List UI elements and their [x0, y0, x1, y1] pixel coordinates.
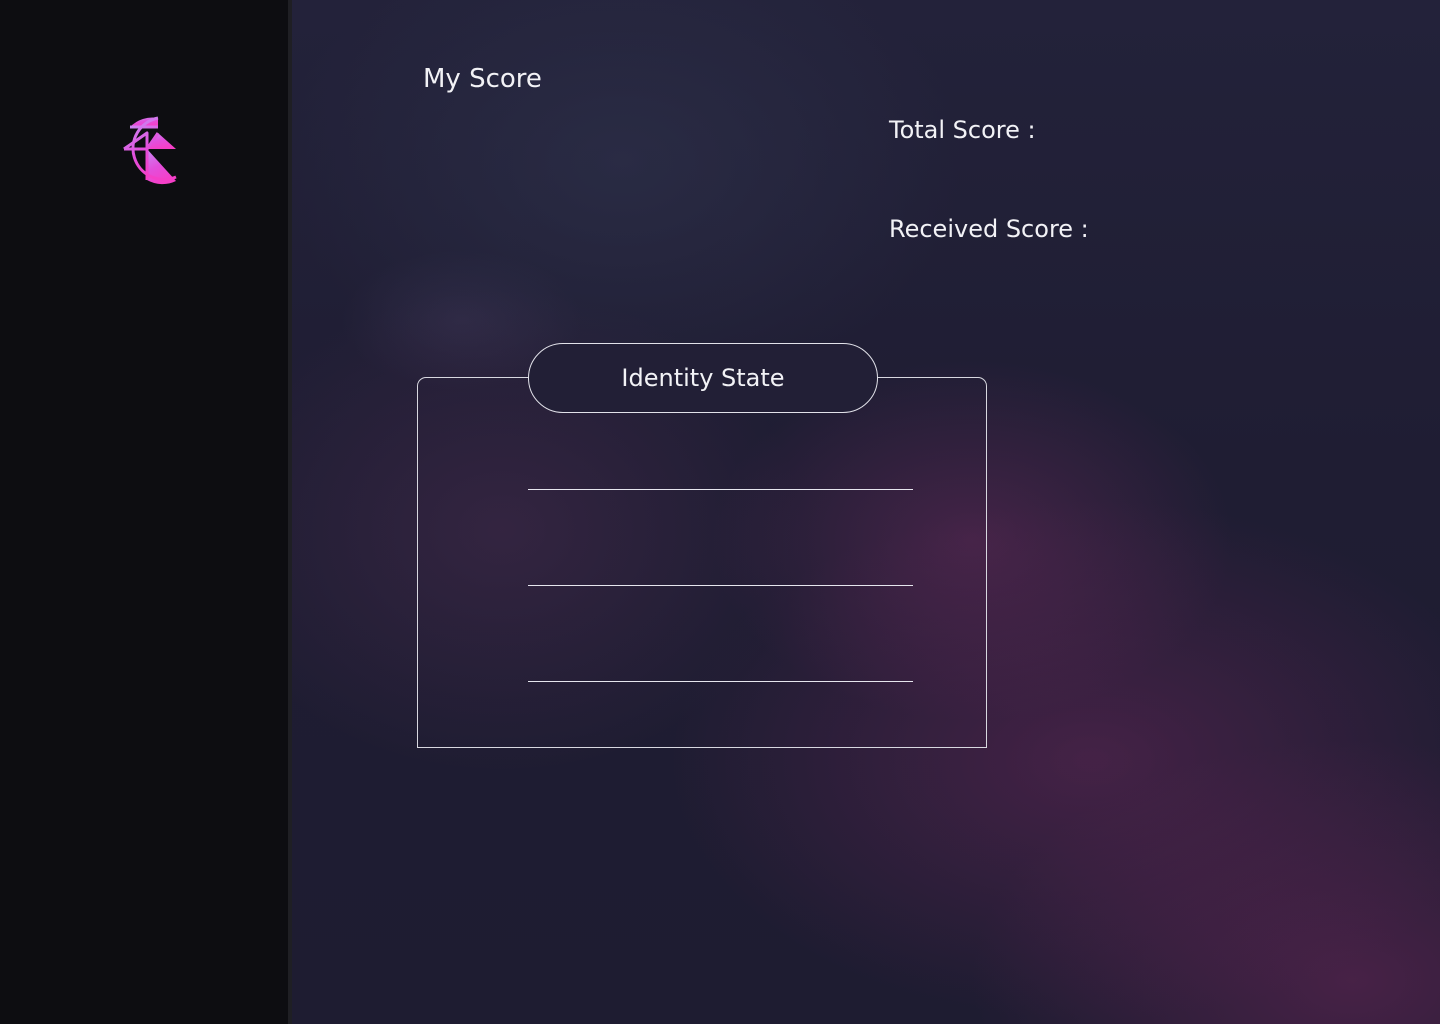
identity-entry-line [528, 489, 913, 490]
page-title: My Score [423, 64, 542, 94]
received-score-label: Received Score : [889, 215, 1089, 243]
sidebar [0, 0, 288, 1024]
identity-entry-line [528, 585, 913, 586]
identity-state-card [417, 377, 987, 748]
main-content: My Score Total Score : Received Score : … [292, 0, 1440, 1024]
identity-entry-line [528, 681, 913, 682]
brand-logo-icon[interactable] [112, 112, 182, 186]
identity-state-heading: Identity State [528, 343, 878, 413]
total-score-label: Total Score : [889, 116, 1036, 144]
